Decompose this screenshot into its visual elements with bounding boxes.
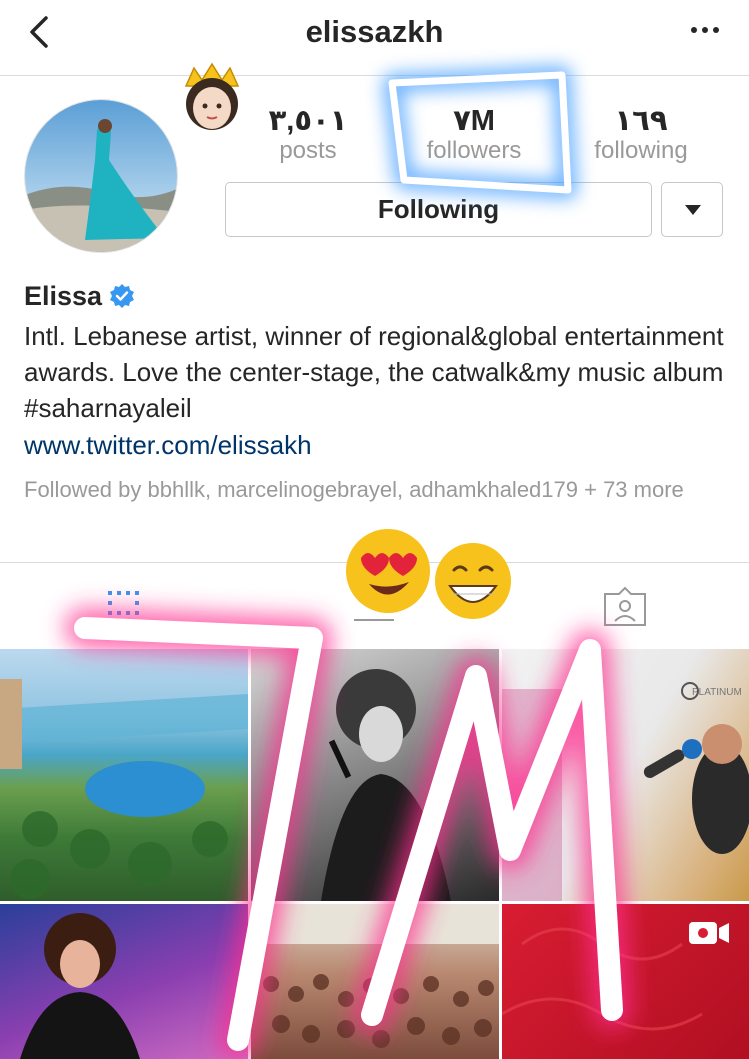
heart-eyes-emoji bbox=[346, 529, 430, 613]
profile-bio: Intl. Lebanese artist, winner of regiona… bbox=[24, 321, 724, 423]
video-camera-icon bbox=[689, 922, 729, 944]
following-stat[interactable]: ١٦٩ following bbox=[566, 106, 716, 166]
svg-text:PLATINUM: PLATINUM bbox=[692, 687, 742, 698]
verified-badge-icon bbox=[110, 284, 134, 308]
profile-website-link[interactable]: www.twitter.com/elissakh bbox=[24, 430, 312, 461]
tagged-icon[interactable] bbox=[600, 585, 650, 629]
post-grid: PLATINUM bbox=[0, 649, 749, 1059]
grid-view-icon[interactable] bbox=[100, 585, 150, 629]
profile-avatar[interactable] bbox=[24, 99, 178, 253]
followed-by-text[interactable]: Followed by bbhllk, marcelinogebrayel, a… bbox=[24, 475, 734, 504]
followers-stat[interactable]: ٧M followers bbox=[399, 106, 549, 166]
followers-count: ٧M bbox=[453, 105, 495, 137]
more-horizontal-icon[interactable] bbox=[687, 20, 723, 40]
suggestions-dropdown-button[interactable] bbox=[661, 182, 723, 237]
followers-label: followers bbox=[426, 137, 522, 164]
following-label: following bbox=[594, 137, 688, 164]
post-thumbnail[interactable] bbox=[0, 649, 248, 901]
top-bar: elissazkh bbox=[0, 0, 749, 76]
post-thumbnail[interactable]: PLATINUM bbox=[502, 649, 749, 901]
profile-name: Elissa bbox=[24, 281, 103, 311]
princess-emoji bbox=[184, 62, 240, 130]
profile-username: elissazkh bbox=[305, 14, 444, 49]
following-button[interactable]: Following bbox=[225, 182, 652, 237]
grinning-emoji bbox=[435, 543, 511, 619]
posts-label: posts bbox=[279, 137, 337, 164]
posts-stat[interactable]: ٣,٥٠١ posts bbox=[233, 106, 383, 166]
post-thumbnail[interactable] bbox=[0, 904, 248, 1059]
post-thumbnail[interactable] bbox=[251, 649, 499, 901]
following-count: ١٦٩ bbox=[614, 105, 668, 137]
post-thumbnail[interactable] bbox=[251, 904, 499, 1059]
posts-count: ٣,٥٠١ bbox=[268, 105, 348, 137]
caret-down-icon bbox=[685, 205, 701, 215]
